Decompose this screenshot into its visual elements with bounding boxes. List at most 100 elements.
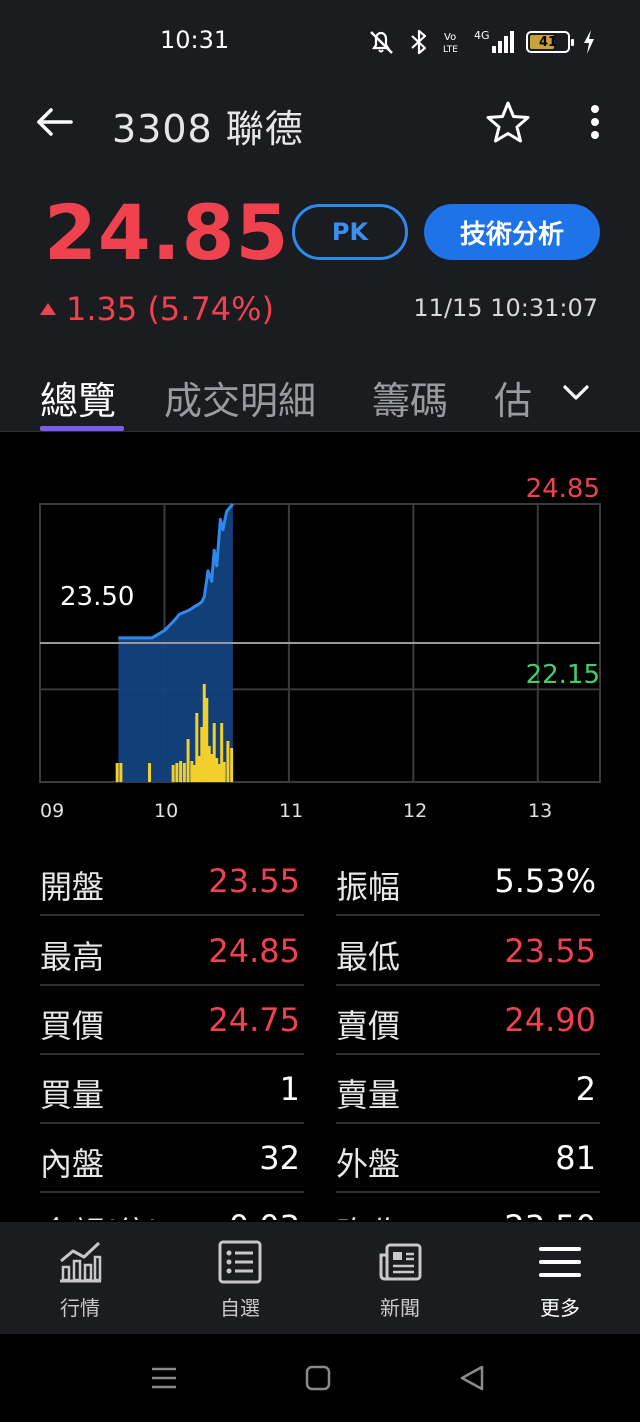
stat-label: 昨收 xyxy=(336,1208,400,1220)
stat-value: 24.75 xyxy=(208,1001,300,1039)
technical-analysis-button[interactable]: 技術分析 xyxy=(424,204,600,260)
stat-value: 81 xyxy=(555,1139,596,1177)
bottom-tab-bar: 行情 自選 新聞 更多 xyxy=(0,1222,640,1334)
stat-value: 23.55 xyxy=(504,932,596,970)
more-options-button[interactable] xyxy=(580,98,610,146)
quote-stats-table: 開盤 23.55 振幅 5.53% 最高 24.85 最低 23.55 買價 2… xyxy=(0,848,640,1220)
nav-label: 行情 xyxy=(60,1296,100,1320)
stat-label: 振幅 xyxy=(336,868,401,906)
volte-icon: Vo LTE xyxy=(442,28,462,56)
stat-value: 2 xyxy=(575,1070,596,1108)
stat-row: 賣量 2 xyxy=(336,1056,600,1124)
nav-more[interactable]: 更多 xyxy=(510,1238,610,1322)
nav-market[interactable]: 行情 xyxy=(30,1238,130,1322)
nav-label: 更多 xyxy=(540,1296,580,1320)
stat-row: 開盤 23.55 xyxy=(40,848,304,916)
section-tabs: 總覽 成交明細 籌碼 估 xyxy=(0,360,640,432)
x-tick-label: 13 xyxy=(528,800,553,822)
stat-value: 23.55 xyxy=(208,862,300,900)
pk-button[interactable]: PK xyxy=(292,204,408,260)
stat-value: 5.53% xyxy=(494,862,596,900)
volume-bar xyxy=(182,763,186,782)
back-button[interactable] xyxy=(30,102,80,142)
stat-label: 買量 xyxy=(40,1076,105,1114)
system-back-button[interactable] xyxy=(452,1362,492,1394)
stat-value: 1 xyxy=(279,1070,300,1108)
nav-news[interactable]: 新聞 xyxy=(350,1238,450,1322)
price-change-value: 1.35 (5.74%) xyxy=(66,290,275,328)
svg-text:4G: 4G xyxy=(474,29,490,42)
stat-row: 外盤 81 xyxy=(336,1125,600,1193)
x-tick-label: 12 xyxy=(403,800,428,822)
stat-value: 24.85 xyxy=(208,932,300,970)
volume-bar xyxy=(115,763,119,782)
volume-bar xyxy=(222,762,226,782)
volume-bar xyxy=(175,763,179,782)
header-panel: 10:31 Vo LTE 4G 41 3308 聯德 24.85 PK 技術分析… xyxy=(0,0,640,432)
active-tab-indicator xyxy=(40,426,124,431)
current-price: 24.85 xyxy=(44,188,290,277)
tab-trade-details[interactable]: 成交明細 xyxy=(164,370,316,425)
tab-valuation[interactable]: 估 xyxy=(494,370,532,425)
volume-bar xyxy=(230,748,234,782)
stat-label: 買價 xyxy=(40,1007,105,1045)
nav-label: 新聞 xyxy=(380,1296,420,1320)
chart-icon xyxy=(56,1238,104,1286)
nav-label: 自選 xyxy=(220,1296,260,1320)
stat-row: 賣價 24.90 xyxy=(336,987,600,1055)
nav-watchlist[interactable]: 自選 xyxy=(190,1238,290,1322)
signal-icon: 4G xyxy=(474,28,514,56)
top-nav-bar: 3308 聯德 xyxy=(0,84,640,160)
stat-value: 32 xyxy=(259,1139,300,1177)
stat-row: 最低 23.55 xyxy=(336,918,600,986)
svg-text:LTE: LTE xyxy=(443,45,458,55)
y-label-low: 22.15 xyxy=(525,660,600,690)
status-time: 10:31 xyxy=(160,26,230,54)
bluetooth-icon xyxy=(408,28,430,56)
tab-chips[interactable]: 籌碼 xyxy=(372,370,448,425)
y-label-high: 24.85 xyxy=(525,474,600,504)
tab-overview[interactable]: 總覽 xyxy=(40,370,116,425)
intraday-chart[interactable]: 24.85 23.50 22.15 09 10 11 12 13 xyxy=(0,432,640,842)
stat-label: 外盤 xyxy=(336,1145,401,1183)
arrow-left-icon xyxy=(37,108,73,136)
recent-apps-icon xyxy=(152,1367,176,1389)
stat-row: 內盤 32 xyxy=(40,1125,304,1193)
stat-value: 0.03 xyxy=(229,1208,300,1220)
list-icon xyxy=(216,1238,264,1286)
y-label-reference: 23.50 xyxy=(56,582,139,612)
stat-label: 賣量 xyxy=(336,1076,401,1114)
stat-value: 23.50 xyxy=(504,1208,596,1220)
home-icon xyxy=(305,1365,331,1391)
stock-title: 3308 聯德 xyxy=(112,107,304,151)
stat-label: 最高 xyxy=(40,938,105,976)
stat-label: 賣價 xyxy=(336,1007,401,1045)
tabs-expand-button[interactable] xyxy=(558,378,594,408)
home-button[interactable] xyxy=(298,1362,338,1394)
mute-icon xyxy=(366,28,396,56)
stat-row: 買價 24.75 xyxy=(40,987,304,1055)
star-icon xyxy=(486,101,530,143)
stat-row: 最高 24.85 xyxy=(40,918,304,986)
charging-icon xyxy=(582,29,596,55)
volume-bar xyxy=(148,763,152,782)
stat-row: 振幅 5.53% xyxy=(336,848,600,916)
battery-icon: 41 xyxy=(526,31,574,53)
chevron-down-icon xyxy=(563,385,589,400)
up-triangle-icon xyxy=(40,303,56,315)
stat-row: 買量 1 xyxy=(40,1056,304,1124)
x-tick-label: 11 xyxy=(279,800,304,822)
favorite-button[interactable] xyxy=(482,96,534,148)
recent-apps-button[interactable] xyxy=(144,1362,184,1394)
x-tick-label: 09 xyxy=(40,800,65,822)
volume-bar xyxy=(171,765,175,782)
app-root: 10:31 Vo LTE 4G 41 3308 聯德 24.85 PK 技術分析… xyxy=(0,0,640,1422)
quote-timestamp: 11/15 10:31:07 xyxy=(413,294,598,322)
system-navigation-bar xyxy=(0,1334,640,1422)
stat-label: 最低 xyxy=(336,938,401,976)
stat-value: 24.90 xyxy=(504,1001,596,1039)
svg-text:Vo: Vo xyxy=(444,32,456,43)
status-icons: Vo LTE 4G 41 xyxy=(366,28,596,56)
price-change: 1.35 (5.74%) xyxy=(40,290,274,328)
stat-row: 金額(億) 0.03 xyxy=(40,1194,304,1220)
